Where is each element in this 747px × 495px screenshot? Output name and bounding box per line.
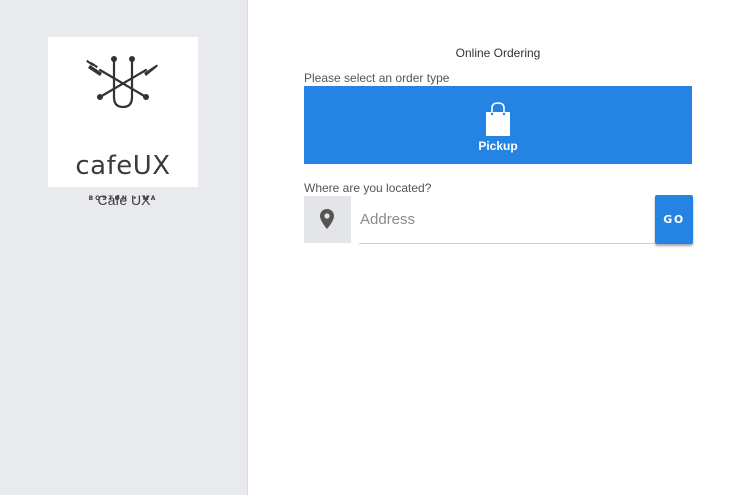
- cafe-name: Cafe UX: [97, 192, 151, 208]
- location-label: Where are you located?: [304, 181, 432, 195]
- go-button[interactable]: GO: [655, 195, 693, 244]
- address-input[interactable]: [359, 196, 655, 244]
- map-pin-box: [304, 196, 351, 243]
- map-pin-icon: [320, 209, 334, 229]
- page-title: Online Ordering: [455, 46, 541, 60]
- main-panel: Online Ordering Please select an order t…: [249, 0, 747, 495]
- cafe-logo: cafeUX BOSTON • MA: [48, 37, 198, 202]
- order-type-label: Please select an order type: [304, 71, 450, 85]
- pickup-button[interactable]: Pickup: [304, 86, 692, 164]
- logo-wordmark: cafeUX: [75, 151, 171, 181]
- shopping-bag-icon: [486, 102, 510, 136]
- sidebar: cafeUX BOSTON • MA Cafe UX: [0, 0, 248, 495]
- pickup-label: Pickup: [478, 139, 518, 153]
